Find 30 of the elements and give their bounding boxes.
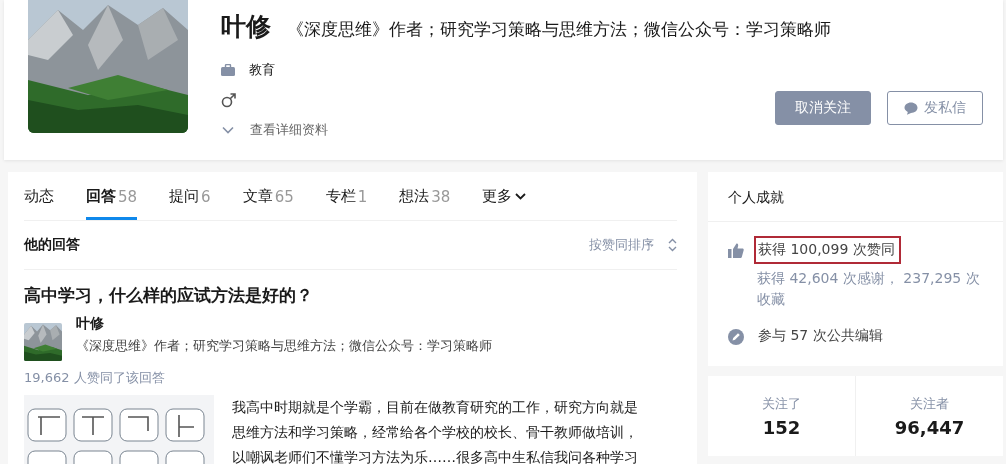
author-bio: 《深度思维》作者；研究学习策略与思维方法；微信公众号：学习策略师	[76, 337, 492, 355]
profile-tab[interactable]: 回答58	[86, 172, 138, 220]
vote-count: 19,662 人赞同了该回答	[24, 369, 166, 387]
industry-label: 教育	[249, 61, 275, 79]
author-name[interactable]: 叶修	[76, 315, 492, 333]
follow-stat[interactable]: 关注了 152	[708, 376, 856, 456]
profile-tab[interactable]: 想法38	[399, 172, 451, 220]
user-name: 叶修	[221, 11, 271, 43]
profile-tab[interactable]: 动态	[24, 172, 54, 220]
pencil-icon	[728, 329, 744, 345]
profile-tab[interactable]: 提问 6	[169, 172, 211, 220]
profile-tab[interactable]: 更多	[482, 172, 527, 220]
briefcase-icon	[221, 64, 235, 76]
male-icon	[221, 92, 236, 108]
thumbs-up-icon	[728, 243, 744, 258]
view-details-link[interactable]: 查看详细资料	[221, 121, 328, 139]
user-headline: 《深度思维》作者；研究学习策略与思维方法；微信公众号：学习策略师	[287, 18, 831, 41]
question-title[interactable]: 高中学习，什么样的应试方法是好的？	[24, 284, 677, 307]
achievement-text: 获得 100,099 次赞同	[754, 236, 901, 264]
card-title: 个人成就	[708, 172, 1003, 222]
chevron-down-icon	[222, 126, 234, 134]
chat-bubble-icon	[904, 101, 918, 115]
achievement-text: 参与 57 次公共编辑	[757, 326, 884, 345]
answer-excerpt: 我高中时期就是个学霸，目前在做教育研究的工作，研究方向就是 思维方法和学习策略，经常给各个学校的校长、骨干教师做培训， 以嘲讽老师们不懂学习方法为乐……很多高中生私信我问各种学习	[232, 398, 638, 464]
profile-tab[interactable]: 专栏1	[325, 172, 368, 220]
profile-tab[interactable]: 文章65	[242, 172, 294, 220]
sort-icon	[668, 238, 677, 252]
section-title: 他的回答	[24, 236, 80, 254]
follow-stat[interactable]: 关注者 96,447	[856, 376, 1003, 456]
achievement-detail: 获得 42,604 次感谢， 237,295 次收藏	[757, 269, 981, 309]
